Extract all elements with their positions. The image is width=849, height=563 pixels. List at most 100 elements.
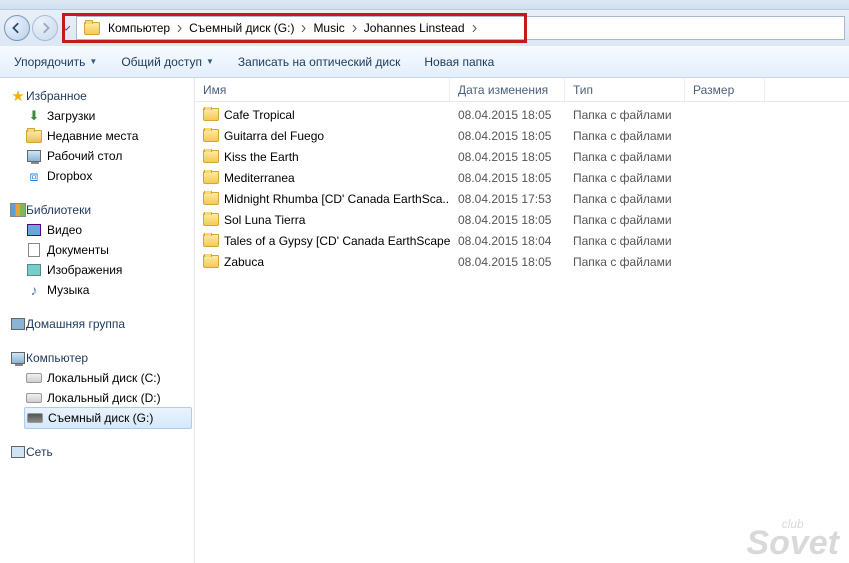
file-name: Kiss the Earth [224,150,299,164]
libraries-icon [10,202,26,218]
file-date: 08.04.2015 18:05 [450,150,565,164]
folder-icon [203,191,219,207]
file-rows: Cafe Tropical08.04.2015 18:05Папка с фай… [195,102,849,272]
network-icon [10,444,26,460]
disk-icon [26,390,42,406]
chevron-right-icon[interactable] [297,21,310,35]
table-row[interactable]: Mediterranea 08.04.2015 18:05Папка с файл… [195,167,849,188]
folder-icon [203,149,219,165]
window-titlebar [0,0,849,10]
file-type: Папка с файлами [565,171,685,185]
chevron-right-icon[interactable] [348,21,361,35]
sidebar-item-library[interactable]: ♪Музыка [0,280,194,300]
organize-button[interactable]: Упорядочить ▼ [8,51,103,73]
burn-button[interactable]: Записать на оптический диск [232,51,407,73]
libraries-group: Библиотеки Видео Документы Изображения ♪Муз… [0,200,194,300]
arrow-left-icon [11,22,23,34]
table-row[interactable]: Zabuca08.04.2015 18:05Папка с файлами [195,251,849,272]
file-name: Mediterranea [224,171,295,185]
sidebar-item-label: Рабочий стол [47,149,122,163]
sidebar-item-drive[interactable]: Съемный диск (G:) [24,407,192,429]
dropbox-icon: ⧈ [26,168,42,184]
disk-icon [26,370,42,386]
file-date: 08.04.2015 17:53 [450,192,565,206]
file-date: 08.04.2015 18:05 [450,171,565,185]
table-row[interactable]: Kiss the Earth 08.04.2015 18:05Папка с фа… [195,146,849,167]
chevron-down-icon [62,26,70,31]
breadcrumb-segment[interactable]: Johannes Linstead [361,21,468,35]
sidebar-item-favorite[interactable]: Рабочий стол [0,146,194,166]
file-name: Cafe Tropical [224,108,295,122]
desktop-icon [26,148,42,164]
file-type: Папка с файлами [565,213,685,227]
history-dropdown[interactable] [60,16,72,40]
nav-bar: Компьютер Съемный диск (G:) Music Johannes … [0,10,849,46]
computer-header[interactable]: Компьютер [0,348,194,368]
sidebar-item-drive[interactable]: Локальный диск (C:) [0,368,194,388]
table-row[interactable]: Sol Luna Tierra08.04.2015 18:05Папка с ф… [195,209,849,230]
folder-icon [203,128,219,144]
file-type: Папка с файлами [565,129,685,143]
folder-icon [203,170,219,186]
sidebar-item-library[interactable]: Изображения [0,260,194,280]
chevron-down-icon: ▼ [89,57,97,66]
folder-icon [203,254,219,270]
new-folder-button[interactable]: Новая папка [418,51,500,73]
sidebar-item-favorite[interactable]: Недавние места [0,126,194,146]
column-date[interactable]: Дата изменения [450,78,565,101]
file-date: 08.04.2015 18:05 [450,108,565,122]
file-name: Guitarra del Fuego [224,129,324,143]
sidebar-item-label: Локальный диск (C:) [47,371,161,385]
file-name: Tales of a Gypsy [CD' Canada EarthScape.… [224,234,450,248]
table-row[interactable]: Guitarra del Fuego 08.04.2015 18:05Папка … [195,125,849,146]
file-type: Папка с файлами [565,150,685,164]
recent-icon [26,128,42,144]
folder-icon [83,19,101,37]
video-icon [26,222,42,238]
sidebar-item-drive[interactable]: Локальный диск (D:) [0,388,194,408]
column-name[interactable]: Имя [195,78,450,101]
table-row[interactable]: Tales of a Gypsy [CD' Canada EarthScape.… [195,230,849,251]
remdisk-icon [27,410,43,426]
sidebar-item-library[interactable]: Документы [0,240,194,260]
sidebar-item-label: Изображения [47,263,122,277]
sidebar-item-label: Загрузки [47,109,95,123]
file-date: 08.04.2015 18:05 [450,213,565,227]
sidebar-item-favorite[interactable]: ⬇Загрузки [0,106,194,126]
chevron-right-icon[interactable] [173,21,186,35]
file-type: Папка с файлами [565,234,685,248]
music-icon: ♪ [26,282,42,298]
column-size[interactable]: Размер [685,78,765,101]
chevron-right-icon[interactable] [468,21,481,35]
forward-button[interactable] [32,15,58,41]
chevron-down-icon: ▼ [206,57,214,66]
address-bar[interactable]: Компьютер Съемный диск (G:) Music Johannes … [76,16,845,40]
sidebar-item-label: Dropbox [47,169,92,183]
breadcrumb-segment[interactable]: Music [310,21,347,35]
libraries-header[interactable]: Библиотеки [0,200,194,220]
sidebar-item-library[interactable]: Видео [0,220,194,240]
homegroup-icon [10,316,26,332]
sidebar-item-label: Локальный диск (D:) [47,391,161,405]
network-header[interactable]: Сеть [0,442,194,462]
column-type[interactable]: Тип [565,78,685,101]
breadcrumb-segment[interactable]: Компьютер [105,21,173,35]
table-row[interactable]: Cafe Tropical08.04.2015 18:05Папка с фай… [195,104,849,125]
file-type: Папка с файлами [565,192,685,206]
content-area: ★ Избранное ⬇ЗагрузкиНедавние места Рабоч… [0,78,849,563]
images-icon [26,262,42,278]
file-date: 08.04.2015 18:05 [450,129,565,143]
sidebar-item-label: Видео [47,223,82,237]
command-bar: Упорядочить ▼ Общий доступ ▼ Записать на… [0,46,849,78]
folder-icon [203,233,219,249]
computer-group: Компьютер Локальный диск (C:) Локальный д… [0,348,194,429]
share-button[interactable]: Общий доступ ▼ [115,51,220,73]
file-type: Папка с файлами [565,255,685,269]
watermark: club Sovet [746,520,839,557]
back-button[interactable] [4,15,30,41]
table-row[interactable]: Midnight Rhumba [CD' Canada EarthSca...0… [195,188,849,209]
favorites-header[interactable]: ★ Избранное [0,86,194,106]
sidebar-item-favorite[interactable]: ⧈ Dropbox [0,166,194,186]
homegroup-header[interactable]: Домашняя группа [0,314,194,334]
breadcrumb-segment[interactable]: Съемный диск (G:) [186,21,297,35]
